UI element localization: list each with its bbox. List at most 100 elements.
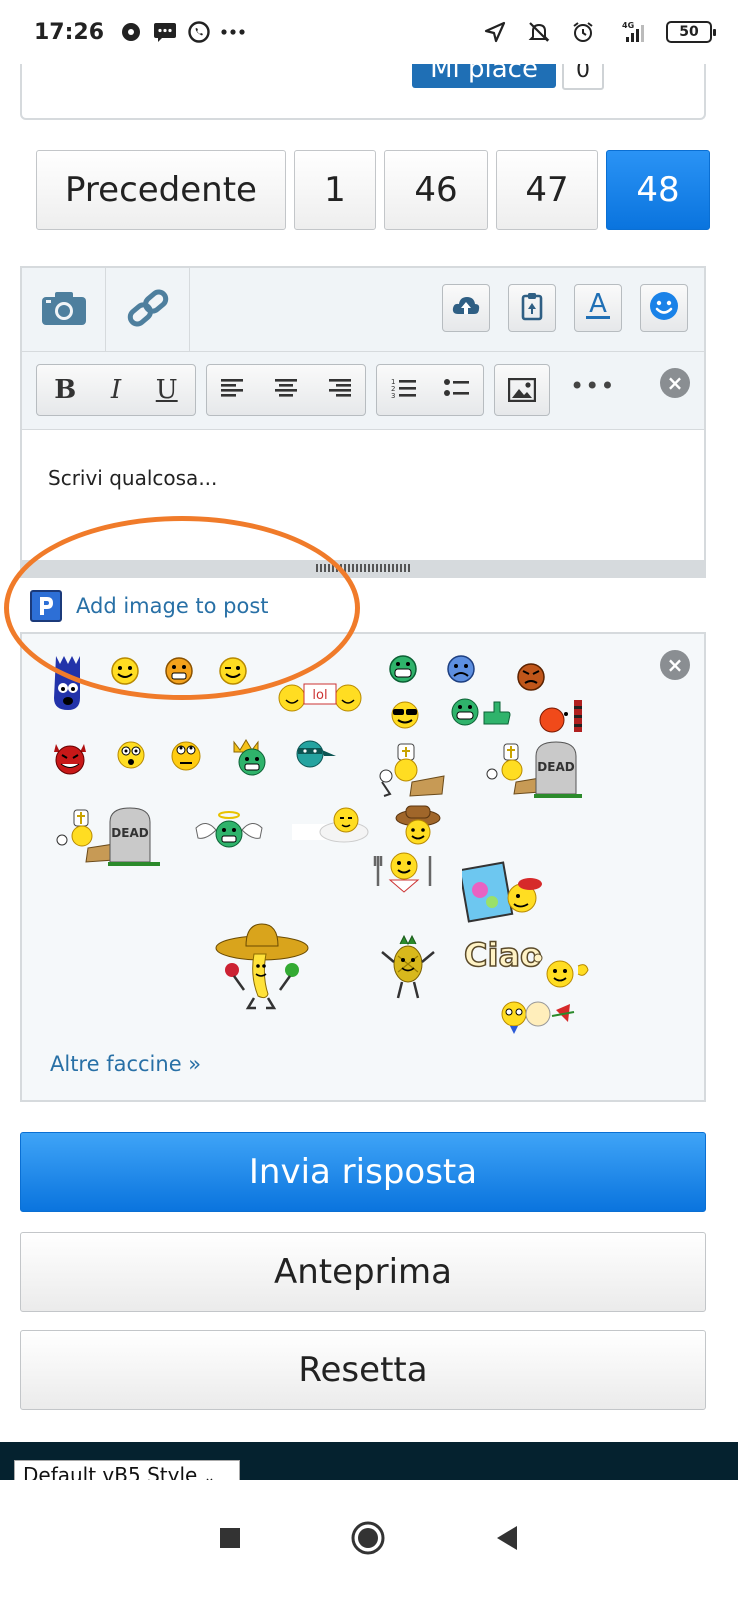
smiley-thumbs-up-green[interactable] — [450, 696, 512, 732]
pagination: Precedente 1 46 47 48 — [36, 150, 710, 230]
tombstone-text: DEAD — [537, 760, 574, 774]
smiley-face-icon — [649, 291, 679, 325]
resize-grip-icon — [316, 564, 410, 572]
camera-button[interactable] — [22, 268, 106, 352]
postimage-p-icon — [30, 590, 62, 622]
smiley-roll-eyes[interactable] — [170, 738, 202, 776]
smiley-cannon[interactable] — [538, 698, 586, 738]
more-smilies-link[interactable]: Altre faccine » — [50, 1052, 201, 1076]
message-textarea[interactable]: Scrivi qualcosa... — [22, 430, 704, 560]
underline-button[interactable]: U — [156, 375, 178, 405]
location-icon — [482, 19, 508, 45]
bullet-list-icon — [443, 379, 469, 396]
editor-top-toolbar: A — [22, 268, 704, 352]
smiley-sad-blue[interactable] — [446, 654, 476, 688]
alignment-group — [206, 364, 366, 416]
paste-button[interactable] — [508, 284, 556, 332]
smiley-smile[interactable] — [110, 656, 140, 690]
android-nav-bar — [0, 1480, 738, 1600]
camera-icon — [41, 290, 87, 330]
clock: 17:26 — [34, 19, 105, 45]
alarm-icon — [570, 19, 596, 45]
smiley-ciao[interactable]: Ciao — [462, 932, 594, 1040]
editor-resize-handle[interactable] — [22, 560, 704, 576]
home-button[interactable] — [351, 1521, 385, 1559]
close-icon: × — [666, 653, 684, 677]
link-button[interactable] — [106, 268, 190, 352]
editor-format-toolbar: B I U 123 ••• × — [22, 352, 704, 430]
align-left-icon — [221, 379, 244, 397]
smiley-grin-orange[interactable] — [164, 656, 194, 690]
lol-sign-text: lol — [312, 688, 327, 703]
text-color-a-icon: A — [584, 289, 612, 326]
page-button-47[interactable]: 47 — [496, 150, 598, 230]
smiley-cowboy[interactable] — [394, 802, 442, 852]
page-button-1[interactable]: 1 — [294, 150, 376, 230]
page-button-48-current[interactable]: 48 — [606, 150, 710, 230]
align-center-button[interactable] — [274, 378, 298, 402]
smiley-eek[interactable] — [116, 740, 146, 774]
back-button[interactable] — [495, 1525, 519, 1555]
previous-page-button[interactable]: Precedente — [36, 150, 286, 230]
network-type-label: 4G — [622, 21, 634, 30]
smiley-hungry[interactable] — [372, 850, 436, 898]
bullet-list-button[interactable] — [443, 378, 470, 402]
bold-button[interactable]: B — [54, 375, 76, 405]
smiley-king-green[interactable] — [228, 738, 270, 782]
insert-image-button[interactable] — [494, 364, 550, 416]
smiley-lol-sign[interactable]: lol — [278, 678, 364, 718]
smiley-painter[interactable] — [458, 860, 548, 934]
close-format-toolbar-button[interactable]: × — [660, 368, 690, 398]
smilies-panel: × lol DEAD DEAD Ciao Altre faccine » — [20, 632, 706, 1102]
page-button-46[interactable]: 46 — [384, 150, 488, 230]
align-left-button[interactable] — [221, 378, 245, 402]
smiley-wink[interactable] — [218, 656, 248, 690]
mute-bell-icon — [526, 19, 552, 45]
signal-icon: 4G — [614, 19, 648, 45]
smiley-mariachi-banana[interactable] — [214, 920, 310, 1016]
close-icon: × — [666, 371, 684, 395]
square-recents-icon — [220, 1528, 240, 1548]
smiley-pope-sign[interactable] — [376, 742, 448, 802]
chain-link-icon — [125, 288, 171, 332]
smiley-pope-dead-tombstone-2[interactable]: DEAD — [50, 802, 166, 870]
ordered-list-button[interactable]: 123 — [391, 377, 417, 403]
smiley-angel[interactable] — [192, 810, 266, 854]
svg-text:A: A — [589, 290, 607, 319]
smiley-pineapple[interactable] — [378, 934, 438, 1006]
more-tools-button[interactable]: ••• — [570, 372, 615, 400]
image-icon — [508, 378, 536, 402]
more-notifications-icon — [220, 19, 246, 45]
upload-cloud-button[interactable] — [442, 284, 490, 332]
smiley-sunglasses[interactable] — [388, 700, 422, 734]
status-bar: 17:26 4G 50 — [0, 0, 738, 64]
smiley-green-grin[interactable] — [388, 654, 418, 688]
message-icon — [152, 19, 178, 45]
smiley-angry-brown[interactable] — [516, 660, 546, 696]
whatsapp-icon — [186, 19, 212, 45]
ciao-text: Ciao — [464, 936, 542, 974]
cloud-upload-icon — [451, 294, 481, 322]
add-image-to-post-link[interactable]: Add image to post — [30, 590, 269, 622]
reset-button[interactable]: Resetta — [20, 1330, 706, 1410]
smilies-toggle-button[interactable] — [640, 284, 688, 332]
triangle-back-icon — [497, 1526, 517, 1550]
submit-reply-button[interactable]: Invia risposta — [20, 1132, 706, 1212]
smiley-devil[interactable] — [50, 740, 90, 780]
smiley-sleeping-cloud[interactable] — [292, 804, 372, 848]
smiley-green-ninja[interactable] — [294, 738, 338, 774]
align-right-button[interactable] — [327, 378, 351, 402]
smiley-pope-dead-tombstone[interactable]: DEAD — [478, 738, 590, 802]
tombstone-text-2: DEAD — [111, 826, 148, 840]
add-image-label: Add image to post — [76, 594, 269, 618]
text-formatting-toggle-button[interactable]: A — [574, 284, 622, 332]
list-group: 123 — [376, 364, 484, 416]
clipboard-icon — [520, 291, 544, 325]
battery-level: 50 — [679, 24, 699, 40]
text-style-group: B I U — [36, 364, 196, 416]
smiley-blue-monster[interactable] — [52, 654, 82, 716]
close-smilies-button[interactable]: × — [660, 650, 690, 680]
italic-button[interactable]: I — [111, 375, 121, 405]
recents-button[interactable] — [219, 1527, 241, 1553]
preview-button[interactable]: Anteprima — [20, 1232, 706, 1312]
